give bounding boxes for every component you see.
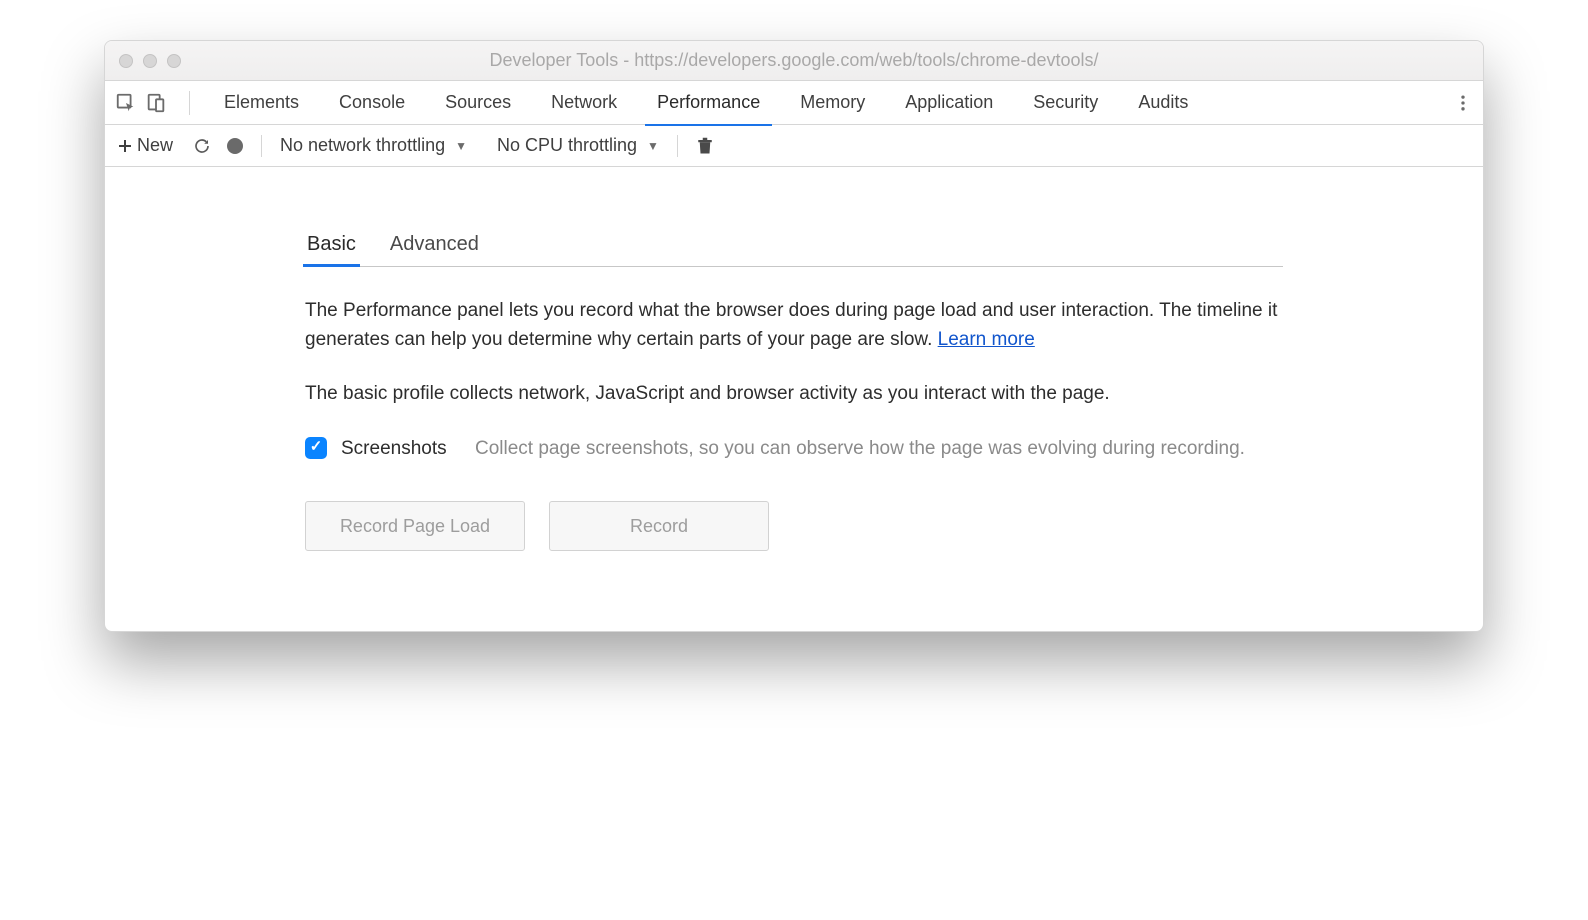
network-throttle-label: No network throttling <box>280 135 445 156</box>
reload-icon[interactable] <box>193 137 211 155</box>
tab-console[interactable]: Console <box>319 81 425 125</box>
screenshots-option-row: ✓ Screenshots Collect page screenshots, … <box>305 435 1283 464</box>
separator <box>261 135 262 157</box>
new-recording-button[interactable]: New <box>117 135 173 156</box>
description-paragraph-2: The basic profile collects network, Java… <box>305 380 1283 409</box>
trash-icon[interactable] <box>696 136 714 156</box>
cpu-throttle-label: No CPU throttling <box>497 135 637 156</box>
main-tabs-row: ElementsConsoleSourcesNetworkPerformance… <box>105 81 1483 125</box>
tab-application[interactable]: Application <box>885 81 1013 125</box>
screenshots-description: Collect page screenshots, so you can obs… <box>475 435 1245 464</box>
inspect-element-icon[interactable] <box>115 92 137 114</box>
plus-icon <box>117 138 133 154</box>
record-page-load-button[interactable]: Record Page Load <box>305 501 525 551</box>
tab-security[interactable]: Security <box>1013 81 1118 125</box>
tab-memory[interactable]: Memory <box>780 81 885 125</box>
record-indicator-icon[interactable] <box>227 138 243 154</box>
check-icon: ✓ <box>310 436 323 459</box>
more-options-icon[interactable] <box>1453 93 1473 113</box>
new-label: New <box>137 135 173 156</box>
tab-network[interactable]: Network <box>531 81 637 125</box>
separator <box>189 91 190 115</box>
profile-subtabs: Basic Advanced <box>305 227 1283 267</box>
traffic-lights <box>119 54 181 68</box>
action-button-row: Record Page Load Record <box>305 501 1283 551</box>
screenshots-checkbox[interactable]: ✓ <box>305 437 327 459</box>
cpu-throttle-dropdown[interactable]: No CPU throttling ▼ <box>497 135 659 156</box>
window-title: Developer Tools - https://developers.goo… <box>119 50 1469 71</box>
tab-elements[interactable]: Elements <box>204 81 319 125</box>
description-paragraph-1: The Performance panel lets you record wh… <box>305 297 1283 354</box>
tab-sources[interactable]: Sources <box>425 81 531 125</box>
titlebar: Developer Tools - https://developers.goo… <box>105 41 1483 81</box>
device-toolbar-icon[interactable] <box>145 92 167 114</box>
tab-performance[interactable]: Performance <box>637 81 780 125</box>
chevron-down-icon: ▼ <box>647 139 659 153</box>
close-window-icon[interactable] <box>119 54 133 68</box>
record-button[interactable]: Record <box>549 501 769 551</box>
tab-audits[interactable]: Audits <box>1118 81 1208 125</box>
performance-panel-content: Basic Advanced The Performance panel lets… <box>105 167 1483 631</box>
performance-toolbar: New No network throttling ▼ No CPU throt… <box>105 125 1483 167</box>
description-text: The Performance panel lets you record wh… <box>305 300 1277 350</box>
screenshots-label: Screenshots <box>341 435 461 464</box>
learn-more-link[interactable]: Learn more <box>938 329 1035 350</box>
chevron-down-icon: ▼ <box>455 139 467 153</box>
network-throttle-dropdown[interactable]: No network throttling ▼ <box>280 135 467 156</box>
separator <box>677 135 678 157</box>
subtab-basic[interactable]: Basic <box>305 227 358 266</box>
minimize-window-icon[interactable] <box>143 54 157 68</box>
maximize-window-icon[interactable] <box>167 54 181 68</box>
devtools-window: Developer Tools - https://developers.goo… <box>104 40 1484 632</box>
subtab-advanced[interactable]: Advanced <box>388 227 481 266</box>
